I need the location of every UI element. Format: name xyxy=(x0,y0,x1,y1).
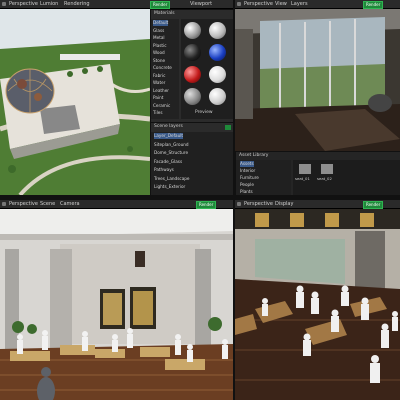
asset-explorer-panel[interactable]: Asset Library Assets Interior Furniture Peo… xyxy=(235,151,400,195)
folder-item[interactable]: Plants xyxy=(240,189,253,195)
layers-panel[interactable]: Scene layers Layer_Default Siteplan_Groun… xyxy=(150,122,233,195)
swatch-black[interactable] xyxy=(184,44,201,61)
materials-panel-title: Materials xyxy=(154,11,175,16)
material-category-item[interactable]: Wood xyxy=(153,50,165,56)
material-category-item[interactable]: Glass xyxy=(153,28,164,34)
tab-display[interactable]: Display xyxy=(275,200,293,208)
file-icon[interactable] xyxy=(321,164,333,174)
material-category-item[interactable]: Fabric xyxy=(153,73,165,79)
material-category-item[interactable]: Water xyxy=(153,80,165,86)
folder-tree[interactable]: Assets Interior Furniture People Plants xyxy=(236,160,291,195)
viewport-top-right[interactable]: Perspective View Layers Render Asset Lib… xyxy=(235,0,400,195)
swatch-silver[interactable] xyxy=(209,22,226,39)
tab-perspective[interactable]: Perspective xyxy=(244,200,273,208)
layer-item[interactable]: Dome_Structure xyxy=(154,150,188,156)
app-icon xyxy=(237,202,241,206)
viewport-bottom-right[interactable]: Perspective Display Render xyxy=(235,200,400,400)
swatch-blue[interactable] xyxy=(209,44,226,61)
tab-perspective[interactable]: Perspective xyxy=(9,200,38,208)
seating-area-render xyxy=(235,209,400,400)
preview-label: Preview xyxy=(195,110,213,115)
file-icon[interactable] xyxy=(299,164,311,174)
tab-view[interactable]: View xyxy=(275,0,287,8)
swatch-gray[interactable] xyxy=(184,88,201,105)
layers-list[interactable]: Layer_Default Siteplan_Ground Dome_Structu… xyxy=(151,132,233,195)
material-category-item[interactable]: Tiles xyxy=(153,110,163,116)
lobby-interior-render xyxy=(0,209,233,400)
materials-panel[interactable]: Materials Default Glass Metal Plastic Wood St… xyxy=(150,9,233,123)
render-button[interactable]: Render xyxy=(196,201,217,209)
folder-item[interactable]: Interior xyxy=(240,168,255,174)
planter-pot xyxy=(368,94,392,112)
material-category-item[interactable]: Stone xyxy=(153,58,165,64)
layer-item[interactable]: Siteplan_Ground xyxy=(154,142,189,148)
titlebar-top-left: Perspective Lumion Rendering Render View… xyxy=(0,0,233,9)
viewport-bottom-left[interactable]: Perspective Scene Camera Render xyxy=(0,200,233,400)
swatch-chrome[interactable] xyxy=(184,22,201,39)
material-preview-area: Preview xyxy=(181,19,233,119)
layer-item[interactable]: Lights_Exterior xyxy=(154,184,185,190)
material-category-item[interactable]: Plastic xyxy=(153,43,167,49)
titlebar-bottom-left: Perspective Scene Camera Render xyxy=(0,200,233,209)
folder-item[interactable]: Furniture xyxy=(240,175,259,181)
app-icon xyxy=(2,2,6,6)
toolbar-viewport-label: Viewport xyxy=(190,1,213,7)
layer-item[interactable]: Layer_Default xyxy=(154,133,184,139)
file-grid[interactable]: seat_01 seat_02 xyxy=(293,160,400,195)
render-button[interactable]: Render xyxy=(150,1,171,9)
materials-category-list[interactable]: Default Glass Metal Plastic Wood Stone Concret… xyxy=(151,19,179,119)
material-category-item[interactable]: Default xyxy=(153,20,169,26)
material-category-item[interactable]: Metal xyxy=(153,35,165,41)
app-icon xyxy=(237,2,241,6)
viewport-top-left[interactable]: Perspective Lumion Rendering Render View… xyxy=(0,0,233,195)
aerial-render xyxy=(0,9,150,195)
asset-explorer-title: Asset Library xyxy=(239,153,269,158)
titlebar-bottom-right: Perspective Display Render xyxy=(235,200,400,209)
render-button[interactable]: Render xyxy=(363,1,384,9)
tab-perspective[interactable]: Perspective xyxy=(244,0,273,8)
tab-camera[interactable]: Camera xyxy=(60,200,80,208)
wall-lamp xyxy=(135,251,145,267)
layers-add-button[interactable] xyxy=(225,125,231,130)
folder-item[interactable]: Assets xyxy=(240,161,254,167)
tab-lumion[interactable]: Lumion xyxy=(40,0,58,8)
render-button[interactable]: Render xyxy=(363,201,384,209)
material-category-item[interactable]: Paint xyxy=(153,95,163,101)
swatch-white[interactable] xyxy=(209,66,226,83)
tab-scene[interactable]: Scene xyxy=(40,200,55,208)
tab-perspective[interactable]: Perspective xyxy=(9,0,38,8)
swatch-pearl[interactable] xyxy=(209,88,226,105)
tab-layers[interactable]: Layers xyxy=(291,0,308,8)
file-label: seat_01 xyxy=(295,176,310,181)
tab-rendering[interactable]: Rendering xyxy=(64,0,90,8)
app-icon xyxy=(2,202,6,206)
layer-item[interactable]: Facade_Glass xyxy=(154,159,182,165)
file-label: seat_02 xyxy=(317,176,332,181)
interior-render-glass-door xyxy=(235,9,400,151)
material-category-item[interactable]: Leather xyxy=(153,88,169,94)
folder-item[interactable]: People xyxy=(240,182,254,188)
material-category-item[interactable]: Concrete xyxy=(153,65,172,71)
titlebar-top-right: Perspective View Layers Render xyxy=(235,0,400,9)
swatch-red[interactable] xyxy=(184,66,201,83)
layer-item[interactable]: Pathways xyxy=(154,167,174,173)
layers-panel-title: Scene layers xyxy=(154,124,183,129)
layer-item[interactable]: Trees_Landscape xyxy=(154,176,190,182)
material-category-item[interactable]: Ceramic xyxy=(153,103,170,109)
